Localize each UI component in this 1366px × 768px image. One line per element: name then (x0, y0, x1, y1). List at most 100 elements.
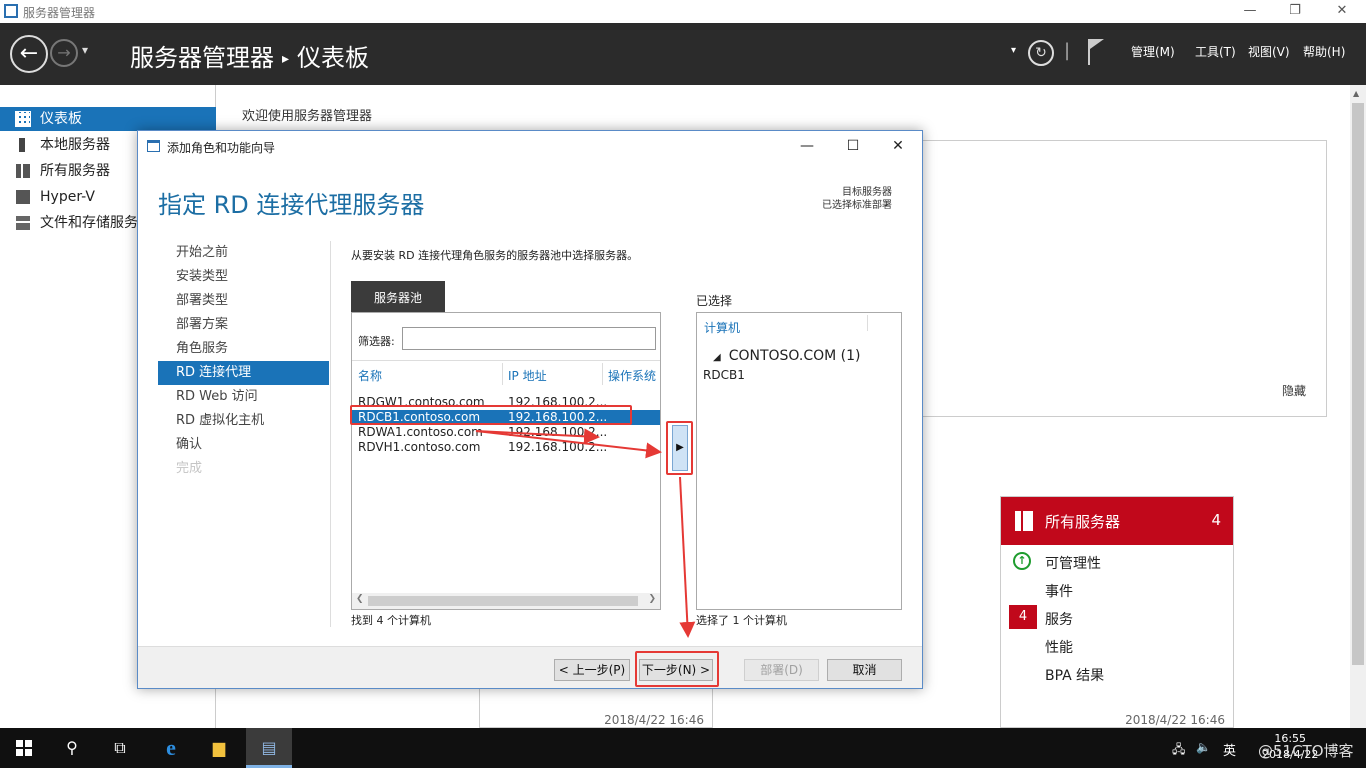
selected-computers-panel: 计算机 ◢ CONTOSO.COM (1) RDCB1 (696, 312, 902, 610)
taskbar-active-app[interactable]: ▤ (246, 728, 292, 768)
servers-icon (16, 164, 30, 178)
column-computer[interactable]: 计算机 (704, 319, 740, 336)
sidebar-item-label: 本地服务器 (40, 137, 110, 153)
check-up-icon: ↑ (1013, 552, 1031, 570)
services-alert-badge: 4 (1009, 605, 1037, 629)
wizard-maximize-button[interactable]: ☐ (838, 135, 868, 157)
scroll-right-icon[interactable]: ❯ (648, 594, 656, 604)
start-windows-icon[interactable] (16, 740, 32, 756)
sidebar-item-label: 仪表板 (40, 111, 82, 127)
menu-help[interactable]: 帮助(H) (1303, 43, 1345, 60)
annotation-highlight-next (635, 651, 719, 687)
file-explorer-icon[interactable]: ▆ (207, 736, 231, 760)
scrollbar-thumb[interactable] (368, 596, 638, 606)
target-server-label: 目标服务器 (842, 187, 892, 198)
breadcrumb: 服务器管理器 ▸ 仪表板 (130, 38, 369, 73)
menu-manage[interactable]: 管理(M) (1131, 43, 1175, 60)
step-rd-connection-broker[interactable]: RD 连接代理 (158, 361, 329, 385)
horizontal-scrollbar[interactable]: ❮ ❯ (352, 593, 660, 609)
refresh-icon[interactable]: ↻ (1028, 40, 1054, 66)
step-before-you-begin[interactable]: 开始之前 (158, 241, 329, 265)
wizard-close-button[interactable]: ✕ (883, 135, 913, 157)
storage-icon (16, 216, 30, 230)
step-installation-type[interactable]: 安装类型 (158, 265, 329, 289)
column-separator[interactable] (867, 315, 868, 331)
scroll-left-icon[interactable]: ❮ (356, 594, 364, 604)
server-row-rdvh1[interactable]: RDVH1.contoso.com 192.168.100.2... (352, 440, 660, 455)
header-divider (352, 360, 660, 361)
hide-link[interactable]: 隐藏 (1282, 382, 1306, 399)
menu-tools[interactable]: 工具(T) (1195, 43, 1236, 60)
welcome-heading: 欢迎使用服务器管理器 (242, 109, 373, 124)
step-rd-virtualization-host[interactable]: RD 虚拟化主机 (158, 409, 329, 433)
watermark-text: @51CTO博客 (1258, 742, 1354, 760)
notifications-flag-icon[interactable] (1088, 39, 1106, 65)
wizard-description: 从要安装 RD 连接代理角色服务的服务器池中选择服务器。 (351, 249, 639, 262)
refresh-dropdown-icon[interactable]: ▾ (1011, 45, 1016, 56)
header-divider: | (1064, 40, 1071, 61)
taskbar: ⚲ ⧉ e ▆ ▤ 🖧 🔈 英 16:55 2018/4/22 @51CTO博客 (0, 728, 1366, 768)
step-confirmation[interactable]: 确认 (158, 433, 329, 457)
task-view-icon[interactable]: ⧉ (108, 736, 132, 760)
internet-explorer-icon[interactable]: e (159, 736, 183, 760)
window-titlebar: 服务器管理器 — ❐ ✕ (0, 0, 1366, 23)
forward-arrow-icon[interactable]: → (50, 39, 78, 67)
scrollbar-thumb[interactable] (1352, 103, 1364, 665)
wizard-heading: 指定 RD 连接代理服务器 (158, 191, 425, 219)
sidebar-item-dashboard[interactable]: 仪表板 (0, 107, 216, 131)
previous-button[interactable]: < 上一步(P) (554, 659, 630, 681)
selected-group-contoso[interactable]: ◢ CONTOSO.COM (1) (713, 348, 861, 364)
tile-all-servers[interactable]: 所有服务器 4 ↑ 可管理性 事件 4 服务 性能 BPA 结果 2018/4/… (1000, 496, 1234, 728)
column-name[interactable]: 名称 (358, 367, 382, 384)
breadcrumb-current: 仪表板 (297, 44, 370, 72)
tile-row-events[interactable]: 事件 (1045, 581, 1073, 601)
collapse-triangle-icon[interactable]: ◢ (713, 352, 721, 363)
selected-item-rdcb1[interactable]: RDCB1 (703, 368, 745, 382)
dashboard-icon (15, 111, 31, 127)
server-ip: 192.168.100.2... (508, 425, 608, 439)
tile-timestamp: 2018/4/22 16:46 (604, 713, 704, 727)
wizard-minimize-button[interactable]: — (792, 135, 822, 157)
server-manager-icon[interactable]: ▤ (257, 736, 281, 760)
column-separator[interactable] (602, 363, 603, 385)
breadcrumb-root[interactable]: 服务器管理器 (130, 44, 274, 72)
menu-view[interactable]: 视图(V) (1248, 43, 1290, 60)
column-os[interactable]: 操作系统 (608, 367, 656, 384)
sidebar-item-label: 文件和存储服务 (40, 215, 138, 231)
ime-indicator[interactable]: 英 (1223, 740, 1236, 759)
history-dropdown-icon[interactable]: ▾ (82, 43, 88, 57)
step-role-services[interactable]: 角色服务 (158, 337, 329, 361)
restore-button[interactable]: ❐ (1275, 2, 1315, 20)
tab-server-pool[interactable]: 服务器池 (351, 281, 445, 312)
deploy-button: 部署(D) (744, 659, 819, 681)
step-rd-web-access[interactable]: RD Web 访问 (158, 385, 329, 409)
minimize-button[interactable]: — (1230, 2, 1270, 20)
step-deployment-scenario[interactable]: 部署方案 (158, 313, 329, 337)
app-header: ← → ▾ 服务器管理器 ▸ 仪表板 ▾ ↻ | 管理(M) 工具(T) 视图(V)… (0, 23, 1366, 85)
tile-row-services[interactable]: 服务 (1045, 609, 1073, 629)
tile-row-bpa[interactable]: BPA 结果 (1045, 665, 1104, 685)
filter-label: 筛选器: (358, 335, 395, 348)
network-icon[interactable]: 🖧 (1172, 740, 1185, 761)
breadcrumb-separator-icon: ▸ (282, 51, 290, 67)
server-row-rdwa1[interactable]: RDWA1.contoso.com 192.168.100.2... (352, 425, 660, 440)
sound-icon[interactable]: 🔈 (1196, 740, 1211, 754)
tile-row-performance[interactable]: 性能 (1045, 637, 1073, 657)
group-label: CONTOSO.COM (1) (728, 348, 861, 364)
filter-input[interactable] (402, 327, 656, 350)
back-arrow-icon[interactable]: ← (10, 35, 48, 73)
step-deployment-type[interactable]: 部署类型 (158, 289, 329, 313)
main-scrollbar[interactable]: ▲ (1350, 85, 1366, 728)
tile-header[interactable]: 所有服务器 4 (1001, 497, 1233, 545)
cancel-button[interactable]: 取消 (827, 659, 902, 681)
wizard-footer: < 上一步(P) 下一步(N) > 部署(D) 取消 (138, 646, 922, 688)
column-separator[interactable] (502, 363, 503, 385)
tile-row-manageability[interactable]: 可管理性 (1045, 553, 1101, 573)
scroll-up-icon[interactable]: ▲ (1353, 89, 1359, 98)
step-completion: 完成 (176, 461, 203, 476)
close-button[interactable]: ✕ (1322, 2, 1362, 20)
welcome-panel (922, 140, 1327, 417)
column-ip[interactable]: IP 地址 (508, 367, 547, 384)
search-icon[interactable]: ⚲ (60, 736, 84, 760)
wizard-title: 添加角色和功能向导 (167, 141, 276, 155)
